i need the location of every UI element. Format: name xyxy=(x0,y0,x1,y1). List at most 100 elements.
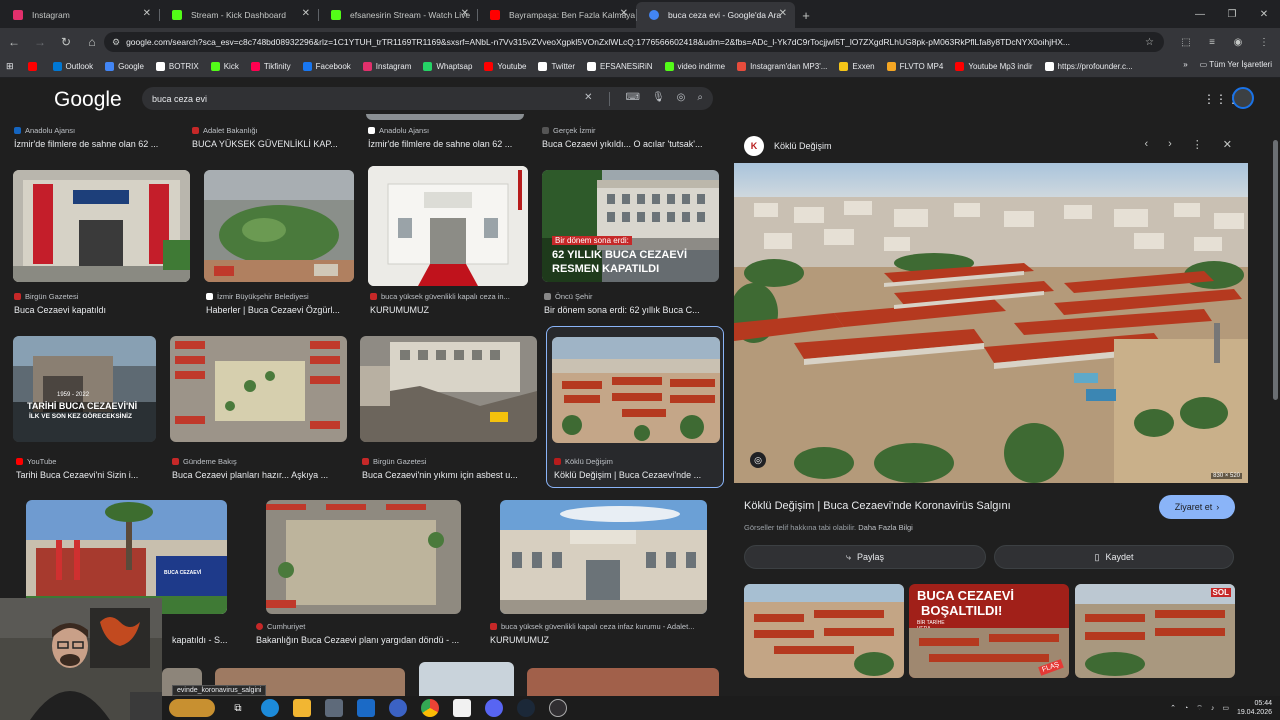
chevron-right-icon[interactable]: » xyxy=(1183,60,1187,69)
home-icon[interactable]: ⌂ xyxy=(80,30,104,54)
result-source[interactable]: Gündeme Bakış xyxy=(172,457,237,466)
bookmark-item[interactable]: Instagram xyxy=(357,62,418,71)
bookmark-item[interactable]: Kick xyxy=(205,62,245,71)
store-icon[interactable] xyxy=(325,699,343,717)
search-box[interactable]: buca ceza evi ✕ ⌨ 🎙 ◎ ⌕ xyxy=(142,87,713,110)
tab-youtube[interactable]: Bayrampaşa: Ben Fazla Kalmaya ✕ xyxy=(477,2,636,28)
bookmark-item[interactable]: Google xyxy=(99,62,150,71)
preview-title[interactable]: Köklü Değişim | Buca Cezaevi'nde Koronav… xyxy=(744,500,1011,512)
bookmark-item[interactable]: https://profounder.c... xyxy=(1039,62,1139,71)
related-image[interactable]: BUCA CEZAEVİ BOŞALTILDI! BİR TARİHE VEDA… xyxy=(909,584,1069,678)
result-title[interactable]: Buca Cezaevi'nin yıkımı için asbest u... xyxy=(362,470,538,480)
back-icon[interactable]: ← xyxy=(2,30,26,54)
close-icon[interactable]: ✕ xyxy=(620,8,628,19)
result-source[interactable]: Birgün Gazetesi xyxy=(14,292,78,301)
close-panel-icon[interactable]: ✕ xyxy=(1223,138,1232,151)
result-image[interactable] xyxy=(360,336,537,442)
volume-icon[interactable]: ♪ xyxy=(1211,705,1215,712)
result-image[interactable]: BUCA CEZAEVİ xyxy=(26,500,227,614)
discord-icon[interactable] xyxy=(485,699,503,717)
bookmark-item[interactable]: BOTRIX xyxy=(150,62,205,71)
all-bookmarks[interactable]: ▭ Tüm Yer İşaretleri xyxy=(1200,60,1272,69)
bookmark-star-icon[interactable]: ☆ xyxy=(1145,37,1154,48)
result-image[interactable] xyxy=(366,114,524,120)
close-icon[interactable]: ✕ xyxy=(779,8,787,19)
result-source[interactable]: İzmir Büyükşehir Belediyesi xyxy=(206,292,309,301)
bookmark-item[interactable]: Tikfinity xyxy=(245,62,297,71)
tab-kick-dashboard[interactable]: Stream - Kick Dashboard ✕ xyxy=(159,2,318,28)
network-icon[interactable]: ◔ xyxy=(1184,705,1188,712)
next-icon[interactable]: › xyxy=(1168,138,1172,151)
result-source[interactable]: Anadolu Ajansı xyxy=(14,126,75,135)
bookmark-item[interactable]: FLVTO MP4 xyxy=(881,62,950,71)
related-image[interactable] xyxy=(744,584,904,678)
result-title[interactable]: İzmir'de filmlere de sahne olan 62 ... xyxy=(14,139,184,149)
related-image[interactable]: SOL xyxy=(1075,584,1235,678)
network-app-icon[interactable] xyxy=(389,699,407,717)
result-title[interactable]: Bakanlığın Buca Cezaevi planı yargıdan d… xyxy=(256,635,476,645)
preview-image[interactable]: ◎ 830 × 520 xyxy=(734,163,1248,483)
result-source[interactable]: YouTube xyxy=(16,457,56,466)
battery-icon[interactable]: ▭ xyxy=(1222,704,1229,712)
media-icon[interactable]: ≡ xyxy=(1202,32,1222,52)
document-icon[interactable] xyxy=(453,699,471,717)
file-explorer-icon[interactable] xyxy=(293,699,311,717)
menu-icon[interactable]: ⋮ xyxy=(1254,32,1274,52)
close-icon[interactable]: ✕ xyxy=(302,8,310,19)
result-image[interactable] xyxy=(170,336,347,442)
result-image[interactable]: 1959 - 2022 TARİHİ BUCA CEZAEVİ'Nİ İLK V… xyxy=(13,336,156,442)
result-title[interactable]: KURUMUMUZ xyxy=(370,305,528,315)
panel-site-name[interactable]: Köklü Değişim xyxy=(774,141,832,151)
result-source[interactable]: Adalet Bakanlığı xyxy=(192,126,258,135)
bookmark-item[interactable] xyxy=(22,62,47,71)
result-title[interactable]: Tarihi Buca Cezaevi'ni Sizin i... xyxy=(16,470,156,480)
clock[interactable]: 05:44 19.04.2026 xyxy=(1237,699,1272,717)
result-image[interactable] xyxy=(368,166,528,286)
bookmark-item[interactable]: Youtube Mp3 indir xyxy=(949,62,1038,71)
profile-icon[interactable]: ◉ xyxy=(1228,32,1248,52)
tab-instagram[interactable]: Instagram ✕ xyxy=(0,2,159,28)
visit-button[interactable]: Ziyaret et › xyxy=(1159,495,1235,519)
bookmark-item[interactable]: EFSANESiRiN xyxy=(581,62,658,71)
address-bar[interactable]: ⚙ google.com/search?sca_esv=c8c748bd0893… xyxy=(104,32,1164,52)
result-title[interactable]: Bir dönem sona erdi: 62 yıllık Buca C... xyxy=(544,305,720,315)
previous-icon[interactable]: ‹ xyxy=(1144,138,1148,151)
result-source[interactable]: Öncü Şehir xyxy=(544,292,593,301)
result-source[interactable]: Cumhuriyet xyxy=(256,622,305,631)
result-image[interactable] xyxy=(500,500,707,614)
google-logo[interactable]: Google xyxy=(54,88,122,112)
result-image[interactable]: Bir dönem sona erdi: 62 YILLIK BUCA CEZA… xyxy=(542,170,719,282)
result-title[interactable]: Buca Cezaevi kapatıldı xyxy=(14,305,190,315)
result-source[interactable]: Gerçek İzmir xyxy=(542,126,596,135)
bookmark-item[interactable]: Twitter xyxy=(532,62,581,71)
apps-icon[interactable]: ⊞ xyxy=(6,61,14,72)
edge-icon[interactable] xyxy=(261,699,279,717)
lens-icon[interactable]: ◎ xyxy=(677,92,686,106)
learn-more-link[interactable]: Daha Fazla Bilgi xyxy=(858,523,913,532)
restore-icon[interactable]: ❐ xyxy=(1216,0,1248,28)
result-image[interactable] xyxy=(527,668,719,696)
lens-icon[interactable]: ◎ xyxy=(750,452,766,468)
result-source[interactable]: Köklü Değişim xyxy=(554,457,613,466)
result-title[interactable]: Haberler | Buca Cezaevi Özgürl... xyxy=(206,305,356,315)
new-tab-button[interactable]: + xyxy=(795,2,817,28)
clear-icon[interactable]: ✕ xyxy=(584,92,592,106)
mic-icon[interactable]: 🎙 xyxy=(652,92,665,106)
result-source[interactable]: buca yüksek güvenlikli kapalı ceza in... xyxy=(370,292,510,301)
page-scrollbar[interactable] xyxy=(1270,78,1280,696)
result-source[interactable]: buca yüksek güvenlikli kapalı ceza infaz… xyxy=(490,622,694,631)
bookmark-item[interactable]: Facebook xyxy=(297,62,357,71)
tray-chevron-icon[interactable]: ⌃ xyxy=(1170,704,1176,712)
reload-icon[interactable]: ↻ xyxy=(54,30,78,54)
share-button[interactable]: ⤷ Paylaş xyxy=(744,545,986,569)
bookmark-item[interactable]: Whaptsap xyxy=(417,62,478,71)
tab-google-search[interactable]: buca ceza evi - Google'da Ara ✕ xyxy=(636,2,795,28)
mail-icon[interactable] xyxy=(357,699,375,717)
bookmark-item[interactable]: Outlook xyxy=(47,62,100,71)
search-input[interactable]: buca ceza evi xyxy=(152,94,584,104)
site-info-icon[interactable]: ⚙ xyxy=(112,37,120,48)
result-title[interactable]: Buca Cezaevi planları hazır... Aşkıya ..… xyxy=(172,470,348,480)
more-options-icon[interactable]: ⋮ xyxy=(1192,138,1203,151)
save-button[interactable]: ▯ Kaydet xyxy=(994,545,1234,569)
bookmark-item[interactable]: video indirme xyxy=(659,62,732,71)
